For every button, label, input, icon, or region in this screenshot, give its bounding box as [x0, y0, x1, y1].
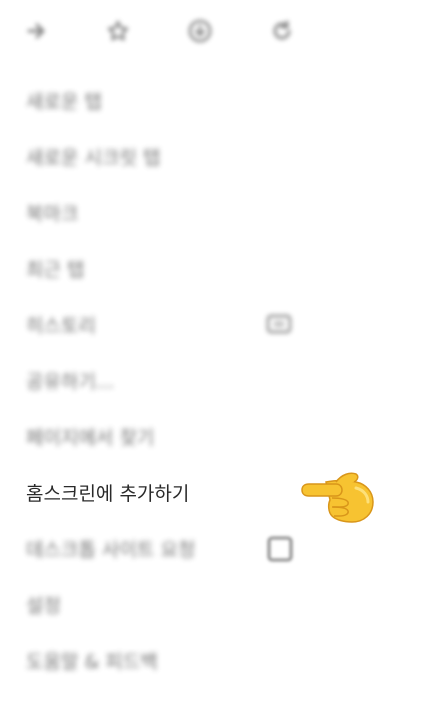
menu-item-label: 히스토리 [26, 314, 96, 337]
menu-item-bookmarks[interactable]: 북마크 [0, 184, 423, 240]
menu-item-history[interactable]: 히스토리 [0, 296, 423, 352]
menu-item-label: 새로운 시크릿 탭 [26, 146, 161, 169]
menu-item-new-incognito-tab[interactable]: 새로운 시크릿 탭 [0, 128, 423, 184]
menu-item-find-in-page[interactable]: 페이지에서 찾기 [0, 408, 423, 464]
menu-item-label: 북마크 [26, 202, 79, 225]
download-icon[interactable] [185, 16, 215, 46]
menu-item-label: 최근 탭 [26, 258, 85, 281]
browser-toolbar [0, 0, 423, 64]
history-badge-icon [266, 313, 292, 339]
menu-item-recent-tabs[interactable]: 최근 탭 [0, 240, 423, 296]
forward-arrow-icon[interactable] [22, 16, 52, 46]
menu-item-new-tab[interactable]: 새로운 탭 [0, 72, 423, 128]
menu-item-label: 홈스크린에 추가하기 [26, 482, 190, 505]
menu-item-settings[interactable]: 설정 [0, 576, 423, 632]
menu-item-help-feedback[interactable]: 도움말 & 피드백 [0, 632, 423, 688]
menu-item-share[interactable]: 공유하기... [0, 352, 423, 408]
menu-item-label: 페이지에서 찾기 [26, 426, 155, 449]
menu-item-label: 데스크톱 사이트 요청 [26, 538, 196, 561]
star-icon[interactable] [103, 16, 133, 46]
menu-item-label: 공유하기... [26, 370, 115, 393]
desktop-site-checkbox[interactable] [266, 535, 294, 567]
pointing-hand-icon [296, 468, 376, 530]
menu-item-label: 설정 [26, 594, 61, 617]
refresh-icon[interactable] [267, 16, 297, 46]
menu-item-label: 도움말 & 피드백 [26, 650, 158, 673]
menu-item-label: 새로운 탭 [26, 90, 102, 113]
